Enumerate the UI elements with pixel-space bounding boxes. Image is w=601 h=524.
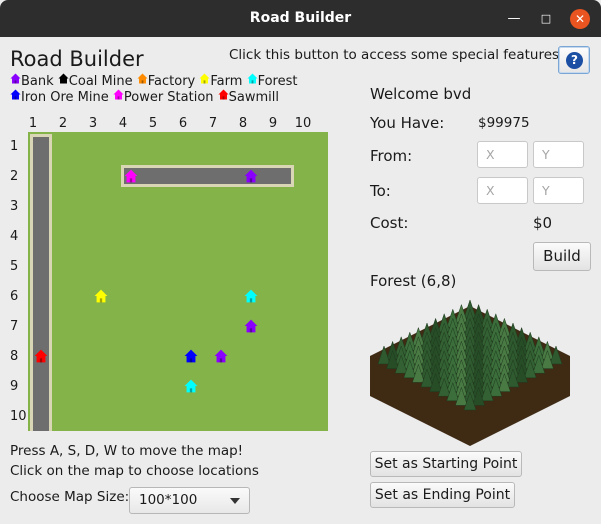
map-column-labels: 1 2 3 4 5 6 7 8 9 10 (18, 116, 328, 132)
legend-iron-ore-mine-label: Iron Ore Mine (21, 90, 109, 105)
map-row-label: 4 (10, 229, 19, 244)
map-row-label: 5 (10, 259, 19, 274)
app-title: Road Builder (10, 47, 144, 71)
house-icon (34, 349, 48, 363)
map-size-select[interactable]: 100*100 (129, 487, 250, 514)
map-column-label: 10 (294, 116, 312, 131)
house-icon (184, 349, 198, 363)
house-icon (94, 289, 108, 303)
coal-mine-house-icon (58, 73, 69, 84)
map-size-value: 100*100 (139, 492, 198, 508)
sawmill-house-icon (218, 89, 229, 100)
map-column-label: 6 (178, 116, 188, 131)
iron-ore-mine-house-icon (10, 89, 21, 100)
forest-house-icon (247, 73, 258, 84)
map-grid[interactable] (28, 132, 328, 431)
bank-building[interactable] (244, 319, 258, 333)
map-size-label: Choose Map Size: (10, 489, 130, 505)
legend-power-station: Power Station (113, 89, 214, 105)
to-y-input[interactable]: Y (533, 177, 584, 204)
forest-building[interactable] (244, 289, 258, 303)
legend-farm: Farm (199, 73, 242, 89)
map-row-label: 10 (10, 409, 27, 424)
to-label: To: (370, 182, 391, 200)
legend-farm-label: Farm (210, 74, 243, 89)
legend-factory: Factory (137, 73, 196, 89)
map-row-label: 2 (10, 169, 19, 184)
set-starting-point-button[interactable]: Set as Starting Point (370, 451, 522, 477)
iron-ore-mine-building[interactable] (184, 349, 198, 363)
window-titlebar: Road Builder — □ ✕ (0, 0, 601, 37)
legend-sawmill-label: Sawmill (228, 90, 280, 105)
cost-label: Cost: (370, 214, 409, 232)
map-row-label: 9 (10, 379, 19, 394)
house-icon (124, 169, 138, 183)
question-icon: ? (566, 52, 583, 69)
click-instructions: Click on the map to choose locations (10, 463, 259, 479)
map-row-label: 3 (10, 199, 19, 214)
house-icon (244, 319, 258, 333)
legend-coal-mine: Coal Mine (58, 73, 133, 89)
from-y-input[interactable]: Y (533, 141, 584, 168)
maximize-icon[interactable]: □ (536, 9, 556, 29)
you-have-label: You Have: (370, 114, 445, 132)
bank-building[interactable] (244, 169, 258, 183)
house-icon (244, 169, 258, 183)
map-row-label: 7 (10, 319, 19, 334)
cost-value: $0 (533, 214, 553, 232)
move-instructions: Press A, S, D, W to move the map! (10, 443, 244, 459)
help-button[interactable]: ? (558, 46, 590, 74)
legend-coal-mine-label: Coal Mine (68, 74, 133, 89)
map-column-label: 8 (238, 116, 248, 131)
legend-bank: Bank (10, 73, 54, 89)
selected-tile-label: Forest (6,8) (370, 272, 457, 290)
legend-iron-ore-mine: Iron Ore Mine (10, 89, 109, 105)
map-column-label: 7 (208, 116, 218, 131)
power-station-house-icon (113, 89, 124, 100)
sawmill-building[interactable] (34, 349, 48, 363)
map-column-label: 9 (268, 116, 278, 131)
forest-building[interactable] (184, 379, 198, 393)
chevron-down-icon (230, 498, 240, 504)
bank-house-icon (10, 73, 21, 84)
legend-factory-label: Factory (147, 74, 196, 89)
factory-house-icon (137, 73, 148, 84)
farm-building[interactable] (94, 289, 108, 303)
close-icon[interactable]: ✕ (570, 9, 590, 29)
power-station-building[interactable] (124, 169, 138, 183)
legend-sawmill: Sawmill (218, 89, 279, 105)
special-features-hint: Click this button to access some special… (229, 47, 565, 63)
welcome-text: Welcome bvd (370, 85, 472, 103)
map-column-label: 3 (88, 116, 98, 131)
bank-building[interactable] (214, 349, 228, 363)
map-column-label: 1 (28, 116, 38, 131)
legend-row-2: Iron Ore Mine Power Station Sawmill (10, 89, 279, 105)
from-label: From: (370, 147, 413, 165)
house-icon (214, 349, 228, 363)
forest-tile-image (370, 299, 570, 446)
farm-house-icon (199, 73, 210, 84)
legend-power-station-label: Power Station (123, 90, 214, 105)
build-button[interactable]: Build (533, 242, 591, 271)
set-ending-point-button[interactable]: Set as Ending Point (370, 482, 515, 508)
map-column-label: 5 (148, 116, 158, 131)
road-segment (121, 165, 294, 187)
legend-forest: Forest (247, 73, 298, 89)
map-row-label: 1 (10, 139, 19, 154)
money-value: $99975 (478, 115, 530, 131)
minimize-icon[interactable]: — (504, 9, 524, 29)
from-x-input[interactable]: X (477, 141, 528, 168)
map-row-label: 8 (10, 349, 19, 364)
house-icon (244, 289, 258, 303)
to-x-input[interactable]: X (477, 177, 528, 204)
map-row-label: 6 (10, 289, 19, 304)
road-segment (30, 134, 52, 431)
house-icon (184, 379, 198, 393)
legend-bank-label: Bank (21, 74, 54, 89)
legend-row-1: Bank Coal Mine Factory Farm Forest (10, 73, 297, 89)
map-column-label: 4 (118, 116, 128, 131)
legend-forest-label: Forest (257, 74, 298, 89)
map-column-label: 2 (58, 116, 68, 131)
